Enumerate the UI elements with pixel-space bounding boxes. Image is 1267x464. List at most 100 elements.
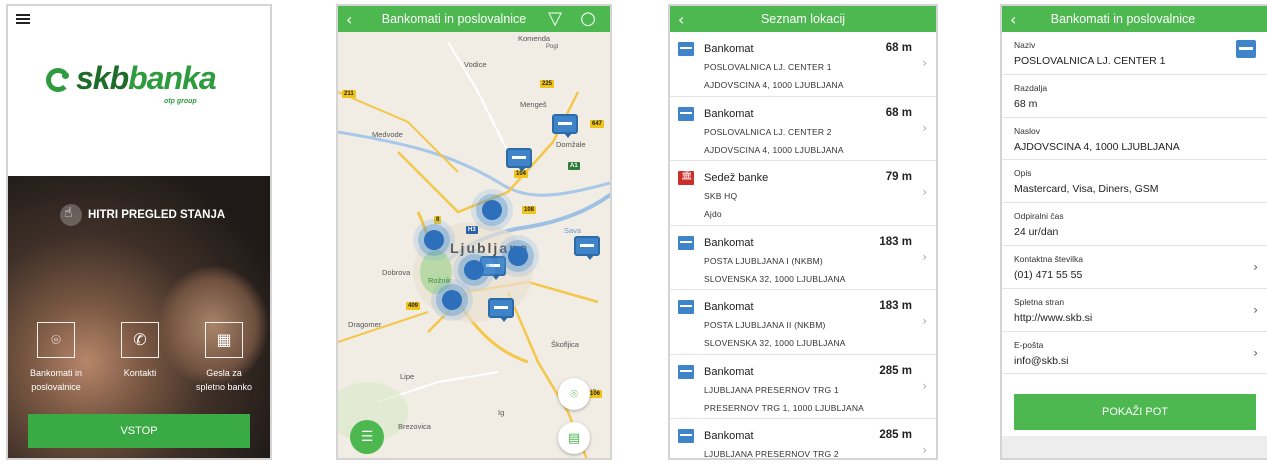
field-address: Naslov AJDOVSCINA 4, 1000 LJUBLJANA: [1002, 118, 1267, 161]
atm-map-pin[interactable]: [506, 148, 532, 172]
atm-map-pin[interactable]: [574, 236, 600, 260]
place-dobrova: Dobrova: [382, 268, 411, 277]
list-item[interactable]: Bankomat 285 m LJUBLJANA PRESERNOV TRG 2…: [670, 419, 936, 458]
tile-atms-branches[interactable]: ⌾ Bankomati in poslovalnice: [16, 322, 96, 394]
chevron-right-icon: ›: [922, 443, 927, 457]
list-item[interactable]: Bankomat 68 m POSLOVALNICA LJ. CENTER 1 …: [670, 32, 936, 97]
item-name: LJUBLJANA PRESERNOV TRG 1: [704, 384, 839, 395]
field-label: Odpiralni čas: [1014, 211, 1064, 222]
hamburger-icon[interactable]: [16, 14, 30, 24]
item-distance: 285 m: [879, 429, 912, 441]
field-value: AJDOVSCINA 4, 1000 LJUBLJANA: [1014, 140, 1180, 153]
map-header: ‹ Bankomati in poslovalnice ▽ ○: [338, 6, 610, 32]
atm-map-pin[interactable]: [480, 256, 506, 280]
road-sign: H3: [466, 226, 478, 234]
chevron-right-icon: ›: [922, 378, 927, 393]
filter-icon[interactable]: ▽: [548, 8, 562, 29]
item-address: Ajdo: [704, 209, 722, 219]
field-opening-hours: Odpiralni čas 24 ur/dan: [1002, 203, 1267, 246]
back-icon[interactable]: ‹: [1010, 10, 1016, 29]
field-value: Mastercard, Visa, Diners, GSM: [1014, 183, 1159, 196]
field-email[interactable]: E-pošta info@skb.si ›: [1002, 332, 1267, 375]
quick-view-button[interactable]: HITRI PREGLED STANJA: [60, 204, 225, 226]
map-screen: ‹ Bankomati in poslovalnice ▽ ○ Komenda …: [336, 4, 612, 460]
field-value: info@skb.si: [1014, 354, 1069, 367]
place-skofljica: Škofljica: [551, 340, 579, 349]
location-cluster[interactable]: [464, 260, 484, 280]
atm-icon: [1236, 40, 1256, 58]
chevron-right-icon: ›: [1253, 259, 1258, 274]
tile-label-line1: Gesla za: [206, 368, 242, 378]
list-view-button[interactable]: ☰: [350, 420, 384, 454]
atm-map-pin[interactable]: [488, 298, 514, 322]
list-item[interactable]: Bankomat 183 m POSTA LJUBLJANA I (NKBM) …: [670, 226, 936, 290]
location-list: Bankomat 68 m POSLOVALNICA LJ. CENTER 1 …: [670, 32, 936, 458]
field-label: Naslov: [1014, 125, 1040, 136]
show-route-button[interactable]: POKAŽI POT: [1014, 394, 1256, 430]
detail-fields: Naziv POSLOVALNICA LJ. CENTER 1 Razdalja…: [1002, 32, 1267, 375]
tile-contacts[interactable]: ✆ Kontakti: [100, 322, 180, 380]
atm-icon: [678, 429, 694, 443]
location-cluster[interactable]: [442, 290, 462, 310]
atm-icon: [678, 364, 694, 379]
login-button[interactable]: VSTOP: [28, 414, 250, 448]
detail-header: ‹ Bankomati in poslovalnice: [1002, 6, 1267, 32]
back-icon[interactable]: ‹: [678, 10, 684, 29]
field-value: 24 ur/dan: [1014, 226, 1059, 239]
place-sava: Sava: [564, 226, 582, 235]
map-title: Bankomati in poslovalnice: [381, 12, 527, 26]
road-sign: 211: [342, 90, 356, 98]
tile-label-line1: Kontakti: [123, 368, 157, 378]
map-type-button[interactable]: ▤: [558, 422, 590, 454]
item-name: POSLOVALNICA LJ. CENTER 2: [704, 126, 832, 137]
field-label: E-pošta: [1014, 339, 1044, 350]
place-lipe: Lipe: [400, 372, 415, 381]
atm-map-pin[interactable]: [552, 114, 578, 138]
location-pin-icon: ⌾: [570, 386, 578, 402]
calculator-icon: ▦: [205, 322, 243, 358]
field-website[interactable]: Spletna stran http://www.skb.si ›: [1002, 289, 1267, 332]
field-value: 68 m: [1014, 97, 1038, 110]
list-item[interactable]: Sedež banke 79 m SKB HQ Ajdo ›: [670, 161, 936, 226]
item-type: Bankomat: [704, 107, 754, 120]
logo-text: skbbanka: [76, 60, 217, 97]
item-type: Bankomat: [704, 43, 754, 55]
logo-dot: [62, 72, 69, 79]
list-item[interactable]: Bankomat 285 m LJUBLJANA PRESERNOV TRG 1…: [670, 355, 936, 419]
location-cluster[interactable]: [482, 200, 502, 220]
field-name: Naziv POSLOVALNICA LJ. CENTER 1: [1002, 32, 1267, 75]
field-distance: Razdalja 68 m: [1002, 75, 1267, 118]
item-name: POSTA LJUBLJANA II (NKBM): [704, 320, 826, 330]
list-item[interactable]: Bankomat 68 m POSLOVALNICA LJ. CENTER 2 …: [670, 97, 936, 161]
chevron-right-icon: ›: [922, 185, 927, 199]
place-dragomer: Dragomer: [348, 320, 382, 329]
item-type: Bankomat: [704, 365, 754, 378]
field-value: POSLOVALNICA LJ. CENTER 1: [1014, 55, 1166, 67]
place-pogl: Pogl: [546, 44, 559, 50]
bank-building-icon: [678, 171, 694, 185]
road-sign: 647: [590, 120, 605, 128]
item-type: Sedež banke: [704, 172, 769, 184]
list-item[interactable]: Bankomat 183 m POSTA LJUBLJANA II (NKBM)…: [670, 290, 936, 355]
location-detail-screen: ‹ Bankomati in poslovalnice Naziv POSLOV…: [1000, 4, 1267, 460]
map-view[interactable]: Komenda Pogl Vodice Mengeš Medvode Domža…: [338, 32, 610, 458]
logo-area: skbbanka otp group: [8, 6, 270, 176]
my-location-button[interactable]: ⌾: [558, 378, 590, 410]
location-pin-icon: ⌾: [37, 322, 75, 358]
location-cluster[interactable]: [508, 246, 528, 266]
skb-logo: skbbanka otp group: [46, 60, 246, 106]
field-phone[interactable]: Kontaktna številka (01) 471 55 55 ›: [1002, 246, 1267, 289]
place-brezovica: Brezovica: [398, 422, 431, 431]
place-medvode: Medvode: [372, 130, 403, 139]
location-cluster[interactable]: [424, 230, 444, 250]
tile-label-line2: spletno banko: [195, 382, 253, 392]
tile-passwords[interactable]: ▦ Gesla za spletno banko: [184, 322, 264, 394]
logo-subtitle: otp group: [164, 98, 197, 105]
item-address: AJDOVSCINA 4, 1000 LJUBLJANA: [704, 144, 844, 155]
chevron-right-icon: ›: [922, 249, 927, 264]
back-icon[interactable]: ‹: [346, 10, 352, 29]
item-name: POSTA LJUBLJANA I (NKBM): [704, 255, 823, 266]
search-icon[interactable]: ○: [580, 8, 596, 29]
atm-icon: [678, 235, 694, 250]
location-list-screen: ‹ Seznam lokacij Bankomat 68 m POSLOVALN…: [668, 4, 938, 460]
